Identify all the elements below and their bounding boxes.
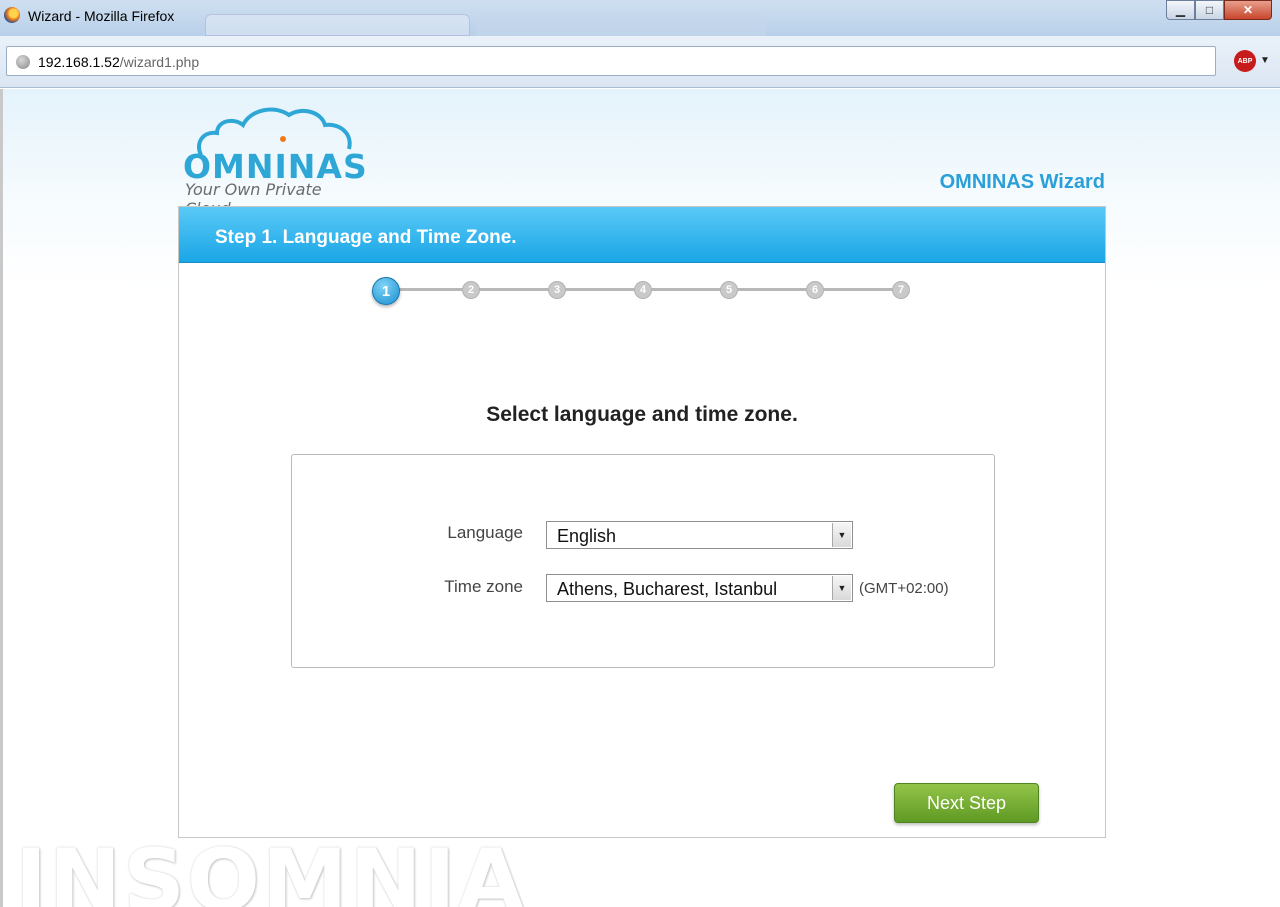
window-controls: ▁ □ ✕ [1166, 0, 1272, 20]
timezone-value: Athens, Bucharest, Istanbul [557, 579, 778, 599]
globe-icon [16, 55, 30, 69]
chevron-down-icon[interactable]: ▼ [832, 523, 851, 547]
panel-header: Step 1. Language and Time Zone. [179, 207, 1105, 263]
timezone-offset: (GMT+02:00) [859, 580, 949, 597]
window-title: Wizard - Mozilla Firefox [28, 8, 175, 24]
language-label: Language [447, 523, 523, 542]
step-7: 7 [892, 281, 910, 299]
step-6: 6 [806, 281, 824, 299]
close-button[interactable]: ✕ [1224, 0, 1272, 20]
step-1: 1 [372, 277, 400, 305]
url-path: /wizard1.php [119, 54, 200, 70]
step-4: 4 [634, 281, 652, 299]
step-title: Step 1. Language and Time Zone. [215, 227, 517, 248]
step-2: 2 [462, 281, 480, 299]
maximize-button[interactable]: □ [1195, 0, 1224, 20]
wizard-panel: Step 1. Language and Time Zone. 1 2 3 4 … [178, 206, 1106, 838]
url-bar[interactable]: 192.168.1.52/wizard1.php [6, 46, 1216, 76]
wizard-title: OMNINAS Wizard [939, 171, 1105, 193]
step-indicator: 1 2 3 4 5 6 7 [372, 277, 910, 305]
adblock-icon[interactable]: ABP [1234, 50, 1256, 72]
timezone-select[interactable]: Athens, Bucharest, Istanbul ▼ [546, 574, 853, 602]
divider [0, 89, 3, 907]
url-text: 192.168.1.52/wizard1.php [38, 54, 199, 70]
language-select[interactable]: English ▼ [546, 521, 853, 549]
chevron-down-icon[interactable]: ▼ [832, 576, 851, 600]
chevron-down-icon[interactable]: ▼ [1260, 55, 1270, 66]
step-3: 3 [548, 281, 566, 299]
firefox-icon [4, 7, 20, 23]
step-5: 5 [720, 281, 738, 299]
language-value: English [557, 526, 617, 546]
window-titlebar: Wizard - Mozilla Firefox ▁ □ ✕ [0, 0, 1280, 36]
navigation-bar: 192.168.1.52/wizard1.php ABP ▼ [0, 36, 1280, 88]
url-host: 192.168.1.52 [38, 54, 120, 70]
timezone-label: Time zone [444, 577, 523, 596]
section-heading: Select language and time zone. [486, 403, 798, 426]
browser-tab[interactable] [476, 14, 766, 36]
settings-form: Language English ▼ Time zone Athens, Buc… [291, 454, 995, 668]
next-step-button[interactable]: Next Step [894, 783, 1039, 823]
omninas-logo: OMNINAS Your Own Private Cloud [183, 103, 368, 218]
minimize-button[interactable]: ▁ [1166, 0, 1195, 20]
page-content: OMNINAS Your Own Private Cloud OMNINAS W… [0, 89, 1280, 907]
watermark-logo: INSOMNIA [15, 831, 527, 907]
browser-tab[interactable] [205, 14, 470, 36]
